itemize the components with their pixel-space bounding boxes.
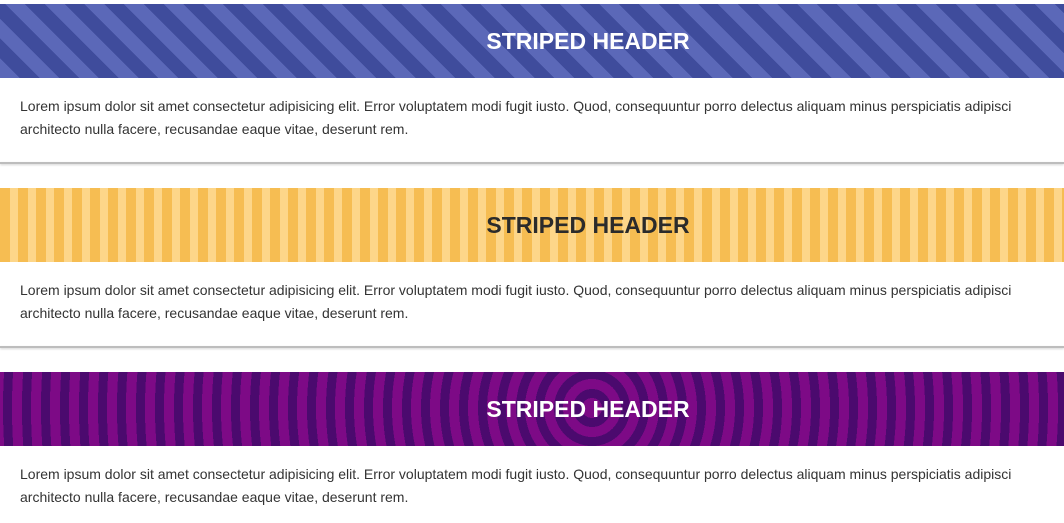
card-body: Lorem ipsum dolor sit amet consectetur a… bbox=[0, 78, 1064, 141]
card-body: Lorem ipsum dolor sit amet consectetur a… bbox=[0, 262, 1064, 325]
card-divider bbox=[0, 346, 1064, 348]
card-vertical-stripes: STRIPED HEADER Lorem ipsum dolor sit ame… bbox=[0, 188, 1064, 348]
card-header-radial-stripes: STRIPED HEADER bbox=[0, 372, 1064, 446]
card-body-line: architecto nulla facere, recusandae eaqu… bbox=[20, 121, 409, 137]
card-body-line: architecto nulla facere, recusandae eaqu… bbox=[20, 305, 409, 321]
card-title: STRIPED HEADER bbox=[486, 395, 690, 422]
card-title: STRIPED HEADER bbox=[486, 211, 690, 238]
card-radial-stripes: STRIPED HEADER Lorem ipsum dolor sit ame… bbox=[0, 372, 1064, 523]
card-title: STRIPED HEADER bbox=[486, 27, 690, 54]
card-divider bbox=[0, 162, 1064, 164]
card-body-line: Lorem ipsum dolor sit amet consectetur a… bbox=[20, 98, 1012, 114]
card-header-diagonal-stripes: STRIPED HEADER bbox=[0, 4, 1064, 78]
card-diagonal-stripes: STRIPED HEADER Lorem ipsum dolor sit ame… bbox=[0, 4, 1064, 164]
card-header-vertical-stripes: STRIPED HEADER bbox=[0, 188, 1064, 262]
page: STRIPED HEADER Lorem ipsum dolor sit ame… bbox=[0, 0, 1064, 523]
card-body-line: architecto nulla facere, recusandae eaqu… bbox=[20, 489, 409, 505]
card-body-line: Lorem ipsum dolor sit amet consectetur a… bbox=[20, 282, 1012, 298]
card-body: Lorem ipsum dolor sit amet consectetur a… bbox=[0, 446, 1064, 509]
card-body-line: Lorem ipsum dolor sit amet consectetur a… bbox=[20, 466, 1012, 482]
